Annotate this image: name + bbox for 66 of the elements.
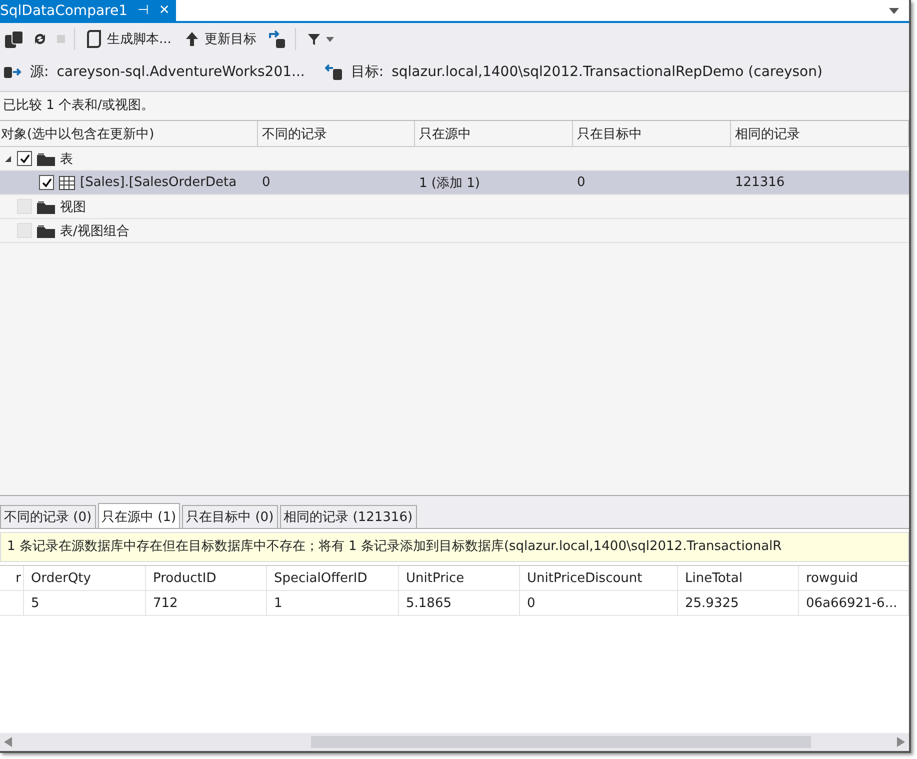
- column-header[interactable]: r: [0, 566, 24, 590]
- databases-icon[interactable]: [4, 29, 24, 49]
- column-header[interactable]: SpecialOfferID: [267, 566, 399, 590]
- table-cell: 06a66921-6...: [799, 591, 909, 615]
- tab[interactable]: 只在源中 (1): [98, 503, 180, 528]
- script-icon: [86, 30, 102, 48]
- column-header[interactable]: 对象(选中以包含在更新中): [0, 121, 258, 146]
- column-header[interactable]: 不同的记录: [258, 121, 415, 146]
- horizontal-scrollbar[interactable]: [0, 733, 909, 751]
- column-header[interactable]: ProductID: [146, 566, 267, 590]
- tab[interactable]: 不同的记录 (0): [0, 505, 96, 528]
- dropdown-caret-icon[interactable]: [889, 8, 899, 14]
- caret-icon: [326, 36, 334, 42]
- table-cell: 25.9325: [678, 591, 799, 615]
- pin-button[interactable]: ⊣: [138, 3, 149, 18]
- column-header[interactable]: UnitPriceDiscount: [520, 566, 678, 590]
- table-icon: [59, 176, 75, 190]
- scroll-left-icon[interactable]: [4, 737, 12, 747]
- table-cell-text: 0: [576, 175, 586, 190]
- table-cell: 712: [146, 591, 267, 615]
- tab[interactable]: 相同的记录 (121316): [280, 505, 417, 528]
- folder-icon: [37, 224, 55, 238]
- swap-icon[interactable]: [267, 29, 288, 49]
- scroll-right-icon[interactable]: [897, 737, 905, 747]
- column-header[interactable]: LineTotal: [678, 566, 799, 590]
- column-header[interactable]: 相同的记录: [731, 121, 909, 146]
- object-name: 视图: [60, 198, 86, 216]
- column-header[interactable]: UnitPrice: [399, 566, 520, 590]
- selected-row[interactable]: [Sales].[SalesOrderDeta 0 1 (添加 1) 0 121316: [0, 171, 909, 195]
- column-header[interactable]: OrderQty: [24, 566, 146, 590]
- table-cell: 1: [267, 591, 399, 615]
- column-header[interactable]: 只在目标中: [573, 121, 731, 146]
- table-cell: 0: [520, 591, 678, 615]
- scrollbar-thumb[interactable]: [311, 736, 811, 748]
- column-header[interactable]: 只在源中: [415, 121, 573, 146]
- source-name: careyson-sql.AdventureWorks201...: [56, 64, 305, 80]
- refresh-icon[interactable]: [32, 31, 48, 47]
- toolbar-button[interactable]: 生成脚本...: [83, 28, 174, 50]
- table-cell-text: 0: [261, 175, 272, 190]
- table-cell: 5: [24, 591, 146, 615]
- table-cell-text: 1 (添加 1): [418, 174, 481, 192]
- source-database-icon: [4, 65, 22, 79]
- folder-icon: [37, 152, 55, 166]
- object-name: 表: [60, 150, 73, 168]
- object-name: 表/视图组合: [60, 222, 130, 240]
- tab-title: SqlDataCompare1: [0, 2, 128, 18]
- source-label: 源:: [30, 63, 49, 81]
- document-tab[interactable]: SqlDataCompare1 ⊣ ✕: [0, 0, 176, 21]
- filter-icon: [307, 32, 322, 46]
- target-label: 目标:: [350, 63, 384, 81]
- up-arrow-icon: [185, 31, 200, 47]
- table-cell-text: 121316: [734, 175, 786, 190]
- folder-icon: [37, 200, 55, 214]
- target-database-icon: [324, 64, 343, 80]
- toolbar-button[interactable]: 更新目标: [182, 28, 260, 50]
- column-header[interactable]: rowguid: [799, 566, 909, 590]
- tab[interactable]: 只在目标中 (0): [182, 505, 278, 528]
- expand-toggle-icon[interactable]: [4, 154, 12, 162]
- checkbox[interactable]: [17, 151, 32, 166]
- summary-text: 已比较 1 个表和/或视图。: [0, 91, 909, 121]
- object-name: [Sales].[SalesOrderDeta: [80, 175, 237, 190]
- table-cell: 5.1865: [399, 591, 520, 615]
- target-name: sqlazur.local,1400\sql2012.TransactionalRepDemo (careyson): [392, 64, 822, 80]
- checkbox[interactable]: [39, 175, 54, 190]
- close-button[interactable]: ✕: [158, 3, 170, 18]
- info-message: 1 条记录在源数据库中存在但在目标数据库中不存在；将有 1 条记录添加到目标数据库(sqlazur.local,1400\sql2012.TransactionalR: [0, 532, 909, 562]
